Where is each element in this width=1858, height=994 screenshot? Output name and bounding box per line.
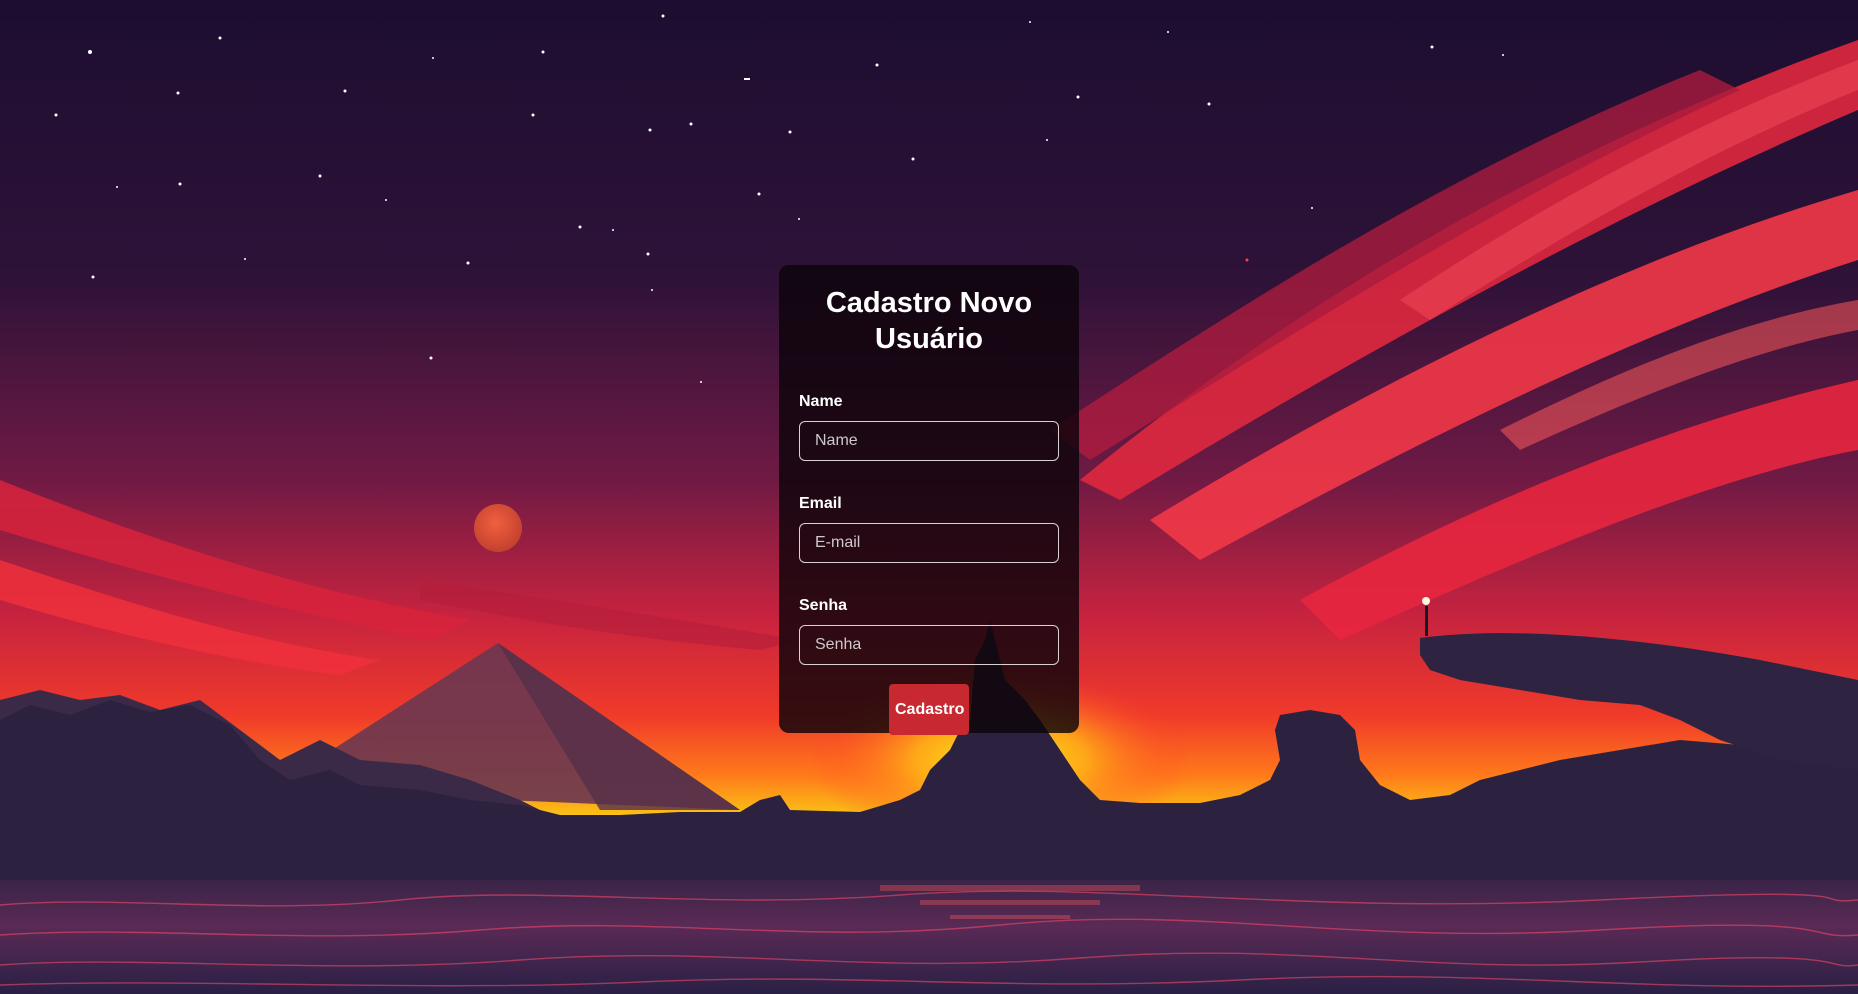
cadastro-button[interactable]: Cadastro (889, 684, 969, 735)
email-label: Email (799, 495, 842, 512)
form-title: Cadastro Novo Usuário (825, 287, 1033, 355)
submit-row: Cadastro (799, 684, 1059, 735)
name-input[interactable] (799, 421, 1059, 461)
signup-form: Cadastro Novo Usuário Name Email Senha C… (779, 265, 1079, 735)
password-label: Senha (799, 597, 848, 614)
name-label: Name (799, 393, 843, 410)
email-input[interactable] (799, 523, 1059, 563)
password-input[interactable] (799, 625, 1059, 665)
